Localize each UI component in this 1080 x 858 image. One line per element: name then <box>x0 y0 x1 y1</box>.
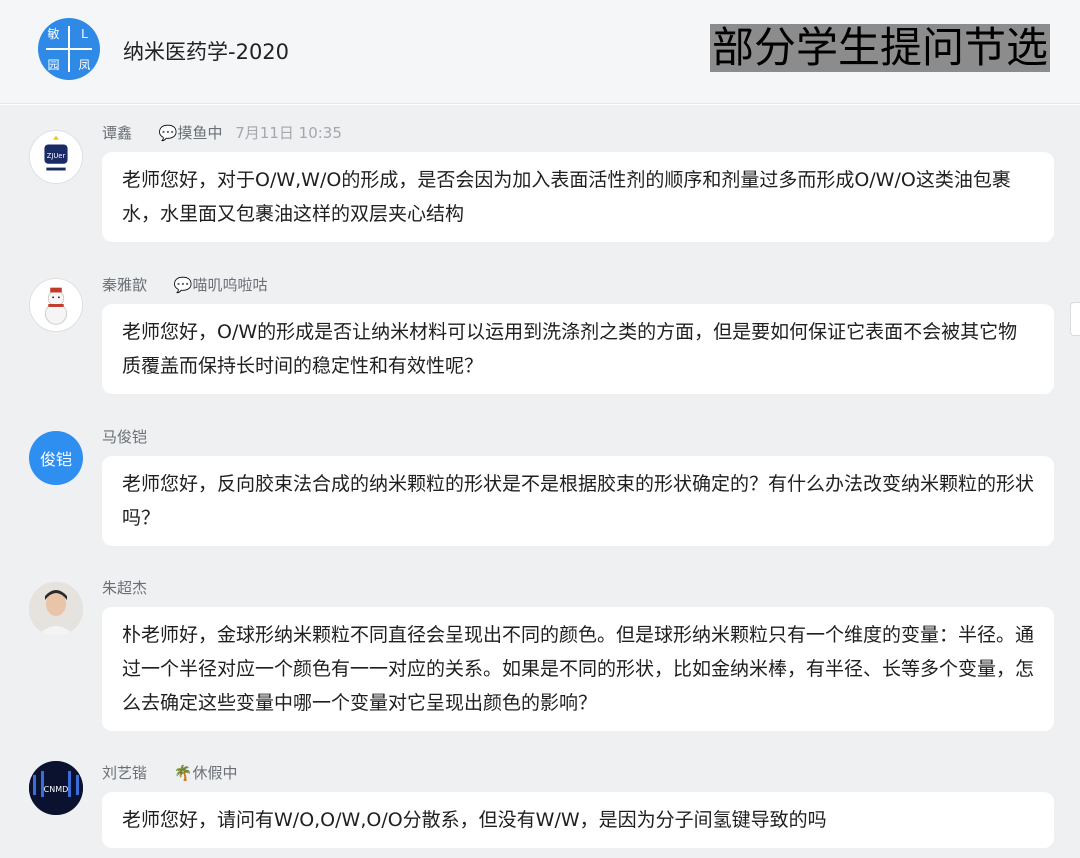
group-avatar-char: 园 <box>47 58 60 72</box>
sender-name[interactable]: 朱超杰 <box>102 579 147 597</box>
side-panel-handle[interactable] <box>1070 302 1080 336</box>
sender-name[interactable]: 秦雅歆 <box>102 276 147 294</box>
message-meta: 马俊铠 <box>102 426 147 447</box>
message-bubble[interactable]: 朴老师好，金球形纳米颗粒不同直径会呈现出不同的颜色。但是球形纳米颗粒只有一个维度… <box>102 607 1054 731</box>
sender-name[interactable]: 刘艺锴 <box>102 764 147 782</box>
group-avatar-char: L <box>81 26 88 41</box>
overlay-banner: 部分学生提问节选 <box>709 23 1050 72</box>
user-avatar[interactable]: 俊铠 <box>29 431 83 485</box>
message-bubble[interactable]: 老师您好，对于O/W,W/O的形成，是否会因为加入表面活性剂的顺序和剂量过多而形… <box>102 152 1054 242</box>
group-avatar-char: 凤 <box>78 58 91 72</box>
avatar-divider <box>68 26 70 72</box>
user-avatar[interactable] <box>29 278 83 332</box>
group-name[interactable]: 纳米医药学-2020 <box>123 36 289 66</box>
sender-status: 💬喵叽呜啦咕 <box>173 276 268 294</box>
message-bubble[interactable]: 老师您好，请问有W/O,O/W,O/O分散系，但没有W/W，是因为分子间氢键导致… <box>102 792 1054 848</box>
message-meta: 刘艺锴 🌴休假中 <box>102 762 237 783</box>
sender-status: 💬摸鱼中 <box>158 124 223 142</box>
sender-name[interactable]: 马俊铠 <box>102 428 147 446</box>
message-bubble[interactable]: 老师您好，O/W的形成是否让纳米材料可以运用到洗涤剂之类的方面，但是要如何保证它… <box>102 304 1054 394</box>
user-avatar[interactable]: ZJUer <box>29 130 83 184</box>
message-time: 7月11日 10:35 <box>235 124 342 142</box>
user-avatar[interactable]: CNMD <box>29 761 83 815</box>
user-avatar[interactable] <box>29 582 83 636</box>
message-meta: 秦雅歆 💬喵叽呜啦咕 <box>102 274 267 295</box>
person-photo-icon <box>29 582 83 636</box>
message-meta: 朱超杰 <box>102 577 147 598</box>
svg-text:ZJUer: ZJUer <box>47 152 66 160</box>
sender-status: 🌴休假中 <box>173 764 238 782</box>
message-meta: 谭鑫 💬摸鱼中 7月11日 10:35 <box>102 122 342 143</box>
sender-name[interactable]: 谭鑫 <box>102 124 132 142</box>
cnmd-logo-icon: CNMD <box>29 761 83 815</box>
snowman-avatar-icon <box>30 279 82 331</box>
avatar-logo-text: CNMD <box>44 785 69 794</box>
message-list[interactable]: ZJUer 谭鑫 💬摸鱼中 7月11日 10:35 老师您好，对于O/W,W/O… <box>0 105 1080 858</box>
message-bubble[interactable]: 老师您好，反向胶束法合成的纳米颗粒的形状是不是根据胶束的形状确定的？有什么办法改… <box>102 456 1054 546</box>
group-avatar[interactable]: 敏 L 园 凤 <box>38 18 100 80</box>
group-avatar-char: 敏 <box>47 27 60 41</box>
chat-header: 敏 L 园 凤 纳米医药学-2020 部分学生提问节选 <box>0 0 1080 104</box>
zjuer-logo-icon: ZJUer <box>30 131 82 183</box>
